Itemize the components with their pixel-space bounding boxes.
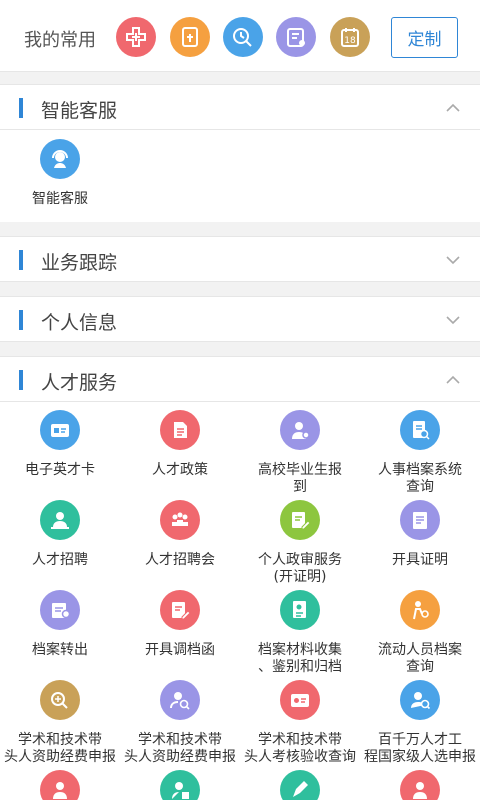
grid-item-label: 流动人员档案 查询 [378,642,462,675]
grid-item-label: 开具调档函 [145,642,215,658]
section-body-talent-service: 电子英才卡 人才政策 高校毕业生报到 人事档案系统查询 人才招聘 人才招聘会 [0,402,480,800]
job-fair-icon [160,500,200,540]
grid-item-label: 高校毕业生报到 [258,462,342,495]
chevron-down-icon [446,316,460,325]
grid-item-row5-4[interactable] [360,770,480,800]
grid-item-academic-funding-1[interactable]: 学术和技术带 头人资助经费申报 [0,680,120,766]
grid-item-label: 智能客服 [32,191,88,207]
grid-item-label: 档案材料收集 、鉴别和归档 [258,642,342,675]
grid-item-graduate-registration[interactable]: 高校毕业生报到 [240,410,360,496]
policy-document-icon [160,410,200,450]
grid-item-label: 电子英才卡 [25,462,95,478]
grid-item-label: 人事档案系统 查询 [378,462,462,495]
chevron-down-icon [446,256,460,265]
clipboard-icon[interactable] [276,17,316,57]
section-title: 人才服务 [41,372,118,394]
customize-button[interactable]: 定制 [391,17,458,58]
person-document-icon [160,770,200,800]
person-badge-icon [400,770,440,800]
grid-item-floating-archive-query[interactable]: 流动人员档案 查询 [360,590,480,676]
letter-edit-icon [160,590,200,630]
grid-item-issue-certificate[interactable]: 开具证明 [360,500,480,586]
grid-item-smart-service[interactable]: 智能客服 [0,139,120,219]
grid-item-label: 人才招聘 [32,552,88,568]
section-accent-bar [19,310,23,330]
calendar-day-text: 18 [344,36,356,46]
section-header-personal-info[interactable]: 个人信息 [0,296,480,342]
grid-item-label: 个人政审服务 (开证明) [258,552,342,585]
grid-item-archive-transfer-letter[interactable]: 开具调档函 [120,590,240,676]
grid-item-political-review[interactable]: 个人政审服务 (开证明) [240,500,360,586]
section-accent-bar [19,250,23,270]
grid-item-personnel-archive-query[interactable]: 人事档案系统 查询 [360,410,480,496]
chevron-up-icon [446,103,460,112]
grid-item-label: 人才政策 [152,462,208,478]
archive-material-icon [280,590,320,630]
grid-item-row5-1[interactable] [0,770,120,800]
grid-item-label: 开具证明 [392,552,448,568]
section-title: 智能客服 [41,100,118,122]
section-body-smart-service: 智能客服 [0,130,480,222]
section-header-smart-service[interactable]: 智能客服 [0,84,480,130]
grid-item-label: 学术和技术带 头人资助经费申报 [4,732,116,765]
archive-search-icon [400,410,440,450]
edit-document-icon [280,500,320,540]
grid-item-national-talent-project[interactable]: 百千万人才工 程国家级人选申报 [360,680,480,766]
graduate-icon [280,410,320,450]
document-icon[interactable] [170,17,210,57]
person-search-icon [400,590,440,630]
grid-item-archive-transfer[interactable]: 档案转出 [0,590,120,676]
favorites-bar: 我的常用 18 定制 [0,0,480,72]
grid-item-academic-funding-2[interactable]: 学术和技术带 头人资助经费申报 [120,680,240,766]
section-title: 个人信息 [41,312,118,334]
favorites-label: 我的常用 [24,30,96,51]
grid-item-row5-3[interactable] [240,770,360,800]
section-accent-bar [19,370,23,390]
section-header-business-tracking[interactable]: 业务跟踪 [0,236,480,282]
grid-item-label: 学术和技术带 头人资助经费申报 [124,732,236,765]
section-title: 业务跟踪 [41,252,118,274]
grid-item-label: 档案转出 [32,642,88,658]
section-header-talent-service[interactable]: 人才服务 [0,356,480,402]
grid-item-talent-recruitment[interactable]: 人才招聘 [0,500,120,586]
customer-service-icon [40,139,80,179]
medical-cross-icon[interactable] [116,17,156,57]
user-search-icon [160,680,200,720]
funding-icon [40,680,80,720]
grid-item-archive-materials[interactable]: 档案材料收集 、鉴别和归档 [240,590,360,676]
grid-item-label: 学术和技术带 头人考核验收查询 [244,732,356,765]
id-card-icon [40,410,80,450]
person-apply-icon [400,680,440,720]
calendar-icon[interactable]: 18 [330,17,370,57]
assessment-card-icon [280,680,320,720]
grid-item-talent-policy[interactable]: 人才政策 [120,410,240,496]
grid-item-label: 人才招聘会 [145,552,215,568]
grid-item-job-fair[interactable]: 人才招聘会 [120,500,240,586]
grid-item-row5-2[interactable] [120,770,240,800]
grid-item-e-talent-card[interactable]: 电子英才卡 [0,410,120,496]
certificate-icon [400,500,440,540]
archive-transfer-icon [40,590,80,630]
section-accent-bar [19,98,23,118]
grid-item-academic-assessment[interactable]: 学术和技术带 头人考核验收查询 [240,680,360,766]
recruit-icon [40,500,80,540]
chevron-up-icon [446,375,460,384]
pen-icon [280,770,320,800]
chart-search-icon[interactable] [223,17,263,57]
grid-item-label: 百千万人才工 程国家级人选申报 [364,732,476,765]
person-service-icon [40,770,80,800]
